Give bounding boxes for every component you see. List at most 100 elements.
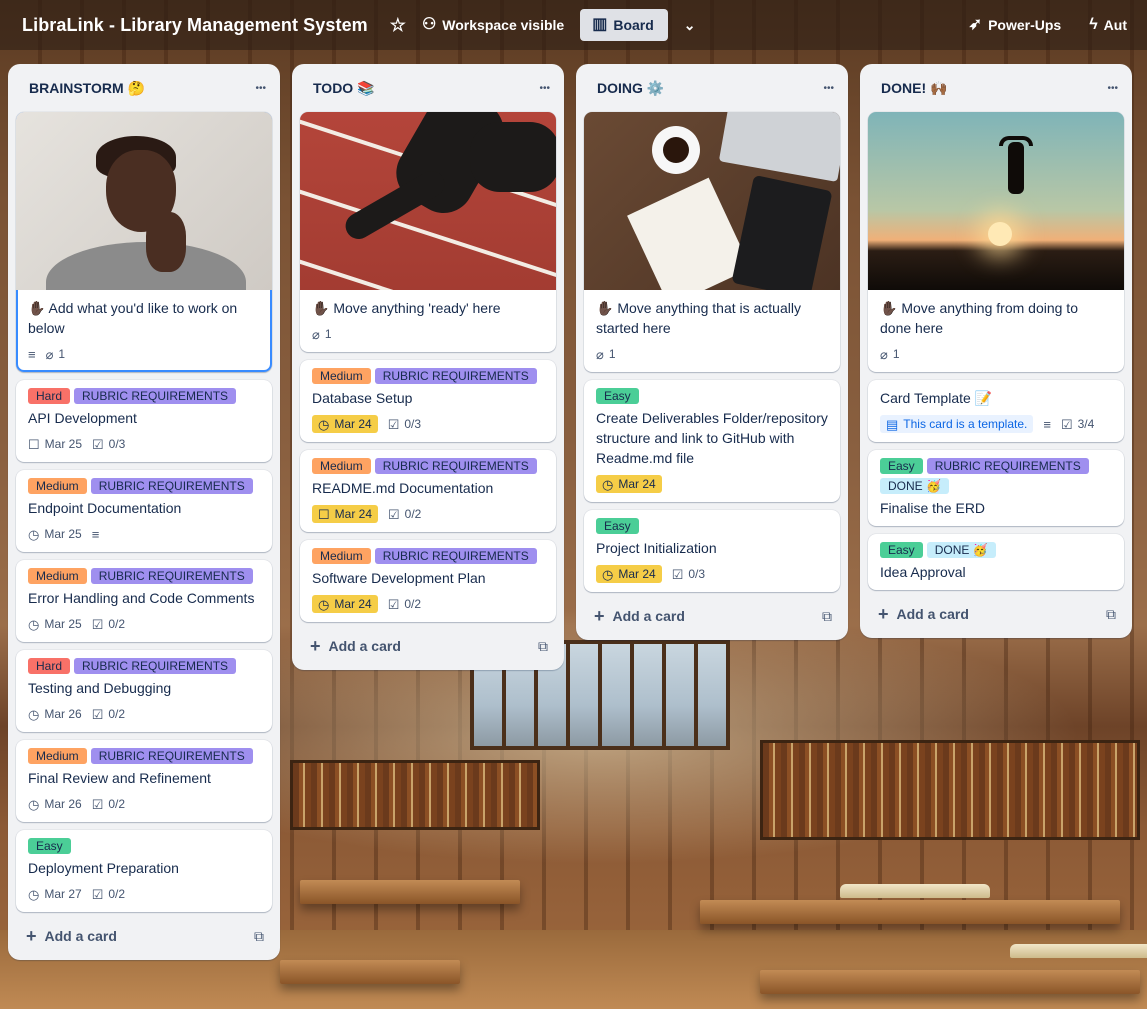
label-rubric[interactable]: RUBRIC REQUIREMENTS [374,458,537,474]
card-labels: Medium RUBRIC REQUIREMENTS [28,478,260,494]
label-rubric[interactable]: RUBRIC REQUIREMENTS [90,748,253,764]
board-view-button[interactable]: ▥ Board [580,9,668,41]
due-date-badge[interactable]: ◷ Mar 24 [596,565,662,583]
card[interactable]: Medium RUBRIC REQUIREMENTS README.md Docum… [300,450,556,532]
template-icon[interactable]: ⧉ [1106,606,1116,623]
star-icon[interactable]: ☆ [382,9,414,41]
label-rubric[interactable]: RUBRIC REQUIREMENTS [90,478,253,494]
card-labels: Medium RUBRIC REQUIREMENTS [28,568,260,584]
due-date-badge[interactable]: ◷ Mar 27 [28,887,82,901]
card[interactable]: Hard RUBRIC REQUIREMENTS API Development ☐ M… [16,380,272,462]
due-date-badge[interactable]: ◷ Mar 24 [596,475,662,493]
label-rubric[interactable]: RUBRIC REQUIREMENTS [926,458,1089,474]
more-icon[interactable]: ••• [539,83,550,94]
automation-button[interactable]: ϟ Aut [1081,9,1135,41]
label-rubric[interactable]: RUBRIC REQUIREMENTS [374,548,537,564]
plus-icon: + [26,925,37,946]
card-title: Create Deliverables Folder/repository st… [596,410,828,466]
card-body: ✋🏿 Move anything that is actually starte… [584,290,840,372]
card[interactable]: ✋🏿 Move anything 'ready' here ⌀ 1 [300,112,556,352]
card-title: ✋🏿 Move anything from doing to done here [880,300,1078,336]
due-date-badge[interactable]: ◷ Mar 25 [28,527,82,541]
list-brainstorm: BRAINSTORM 🤔 ••• ✋🏿 Add what you'd like to… [8,64,280,960]
card-labels: Easy RUBRIC REQUIREMENTS DONE 🥳 [880,458,1112,494]
visibility-button[interactable]: ⚇ Workspace visible [414,9,572,41]
label-rubric[interactable]: RUBRIC REQUIREMENTS [74,388,237,404]
due-date-badge[interactable]: ☐ Mar 25 [28,437,82,451]
label-medium[interactable]: Medium [28,478,87,494]
card[interactable]: Easy DONE 🥳 Idea Approval [868,534,1124,590]
due-date-text: Mar 24 [618,477,656,491]
chevron-down-icon[interactable]: ⌄ [676,9,704,41]
label-medium[interactable]: Medium [312,458,371,474]
label-rubric[interactable]: RUBRIC REQUIREMENTS [74,658,237,674]
card[interactable]: Medium RUBRIC REQUIREMENTS Final Review an… [16,740,272,822]
label-medium[interactable]: Medium [28,568,87,584]
due-date-badge[interactable]: ◷ Mar 24 [312,595,378,613]
due-date-badge[interactable]: ◷ Mar 24 [312,415,378,433]
card-title: Deployment Preparation [28,860,179,876]
attachment-count: 1 [324,327,332,341]
description-icon: ≡ [1043,418,1051,431]
template-icon[interactable]: ⧉ [538,638,548,655]
more-icon[interactable]: ••• [1107,83,1118,94]
card-cover-image [868,112,1124,290]
label-easy[interactable]: Easy [880,458,923,474]
list-title[interactable]: DOING ⚙️ [597,80,664,97]
description-glyph: ≡ [28,346,36,362]
attachment-count: 1 [892,347,900,361]
background-table [700,900,1120,924]
add-card-button[interactable]: + Add a card ⧉ [300,630,556,662]
card[interactable]: Easy Deployment Preparation ◷ Mar 27 ☑ 0/2 [16,830,272,912]
due-date-text: Mar 24 [334,417,372,431]
card[interactable]: Hard RUBRIC REQUIREMENTS Testing and Debug… [16,650,272,732]
list-title[interactable]: TODO 📚 [313,80,375,97]
label-done[interactable]: DONE 🥳 [926,542,996,558]
card[interactable]: Medium RUBRIC REQUIREMENTS Database Setup ◷… [300,360,556,442]
list-title[interactable]: DONE! 🙌🏾 [881,80,947,97]
card[interactable]: ✋🏿 Move anything that is actually starte… [584,112,840,372]
card[interactable]: Medium RUBRIC REQUIREMENTS Software Develo… [300,540,556,622]
label-done[interactable]: DONE 🥳 [880,478,949,494]
card[interactable]: Medium RUBRIC REQUIREMENTS Error Handling … [16,560,272,642]
card[interactable]: Medium RUBRIC REQUIREMENTS Endpoint Docume… [16,470,272,552]
card[interactable]: Easy Project Initialization ◷ Mar 24 ☑ 0/3 [584,510,840,592]
label-easy[interactable]: Easy [596,388,639,404]
label-rubric[interactable]: RUBRIC REQUIREMENTS [90,568,253,584]
card-title: Database Setup [312,390,413,406]
label-medium[interactable]: Medium [312,548,371,564]
due-date-badge[interactable]: ☐ Mar 24 [312,505,379,523]
label-hard[interactable]: Hard [28,658,71,674]
label-hard[interactable]: Hard [28,388,71,404]
add-card-button[interactable]: + Add a card ⧉ [16,920,272,952]
label-rubric[interactable]: RUBRIC REQUIREMENTS [374,368,537,384]
due-date-badge[interactable]: ◷ Mar 25 [28,617,82,631]
label-medium[interactable]: Medium [312,368,371,384]
label-medium[interactable]: Medium [28,748,87,764]
template-icon[interactable]: ⧉ [254,928,264,945]
card-badges: ◷ Mar 26 ☑ 0/2 [28,792,260,816]
card[interactable]: ✋🏿 Add what you'd like to work on below ≡… [16,112,272,372]
card[interactable]: Easy RUBRIC REQUIREMENTS DONE 🥳 Finalise th… [868,450,1124,526]
label-easy[interactable]: Easy [28,838,71,854]
more-icon[interactable]: ••• [255,83,266,94]
due-date-badge[interactable]: ◷ Mar 26 [28,707,82,721]
card[interactable]: Card Template 📝 ▤ This card is a template.… [868,380,1124,442]
card-badges: ◷ Mar 27 ☑ 0/2 [28,882,260,906]
list-title[interactable]: BRAINSTORM 🤔 [29,80,145,97]
card[interactable]: ✋🏿 Move anything from doing to done here… [868,112,1124,372]
template-icon[interactable]: ⧉ [822,608,832,625]
due-date-badge[interactable]: ◷ Mar 26 [28,797,82,811]
add-card-button[interactable]: + Add a card ⧉ [584,600,840,632]
add-card-button[interactable]: + Add a card ⧉ [868,598,1124,630]
powerups-button[interactable]: ➶ Power-Ups [961,9,1070,41]
more-icon[interactable]: ••• [823,83,834,94]
due-date-text: Mar 27 [44,887,82,901]
label-easy[interactable]: Easy [880,542,923,558]
card-body: Easy Create Deliverables Folder/repositor… [584,380,840,502]
card-badges: ◷ Mar 24 ☑ 0/3 [312,412,544,436]
card[interactable]: Easy Create Deliverables Folder/repositor… [584,380,840,502]
board-title[interactable]: LibraLink - Library Management System [22,15,368,36]
label-easy[interactable]: Easy [596,518,639,534]
add-card-label: Add a card [896,606,969,622]
